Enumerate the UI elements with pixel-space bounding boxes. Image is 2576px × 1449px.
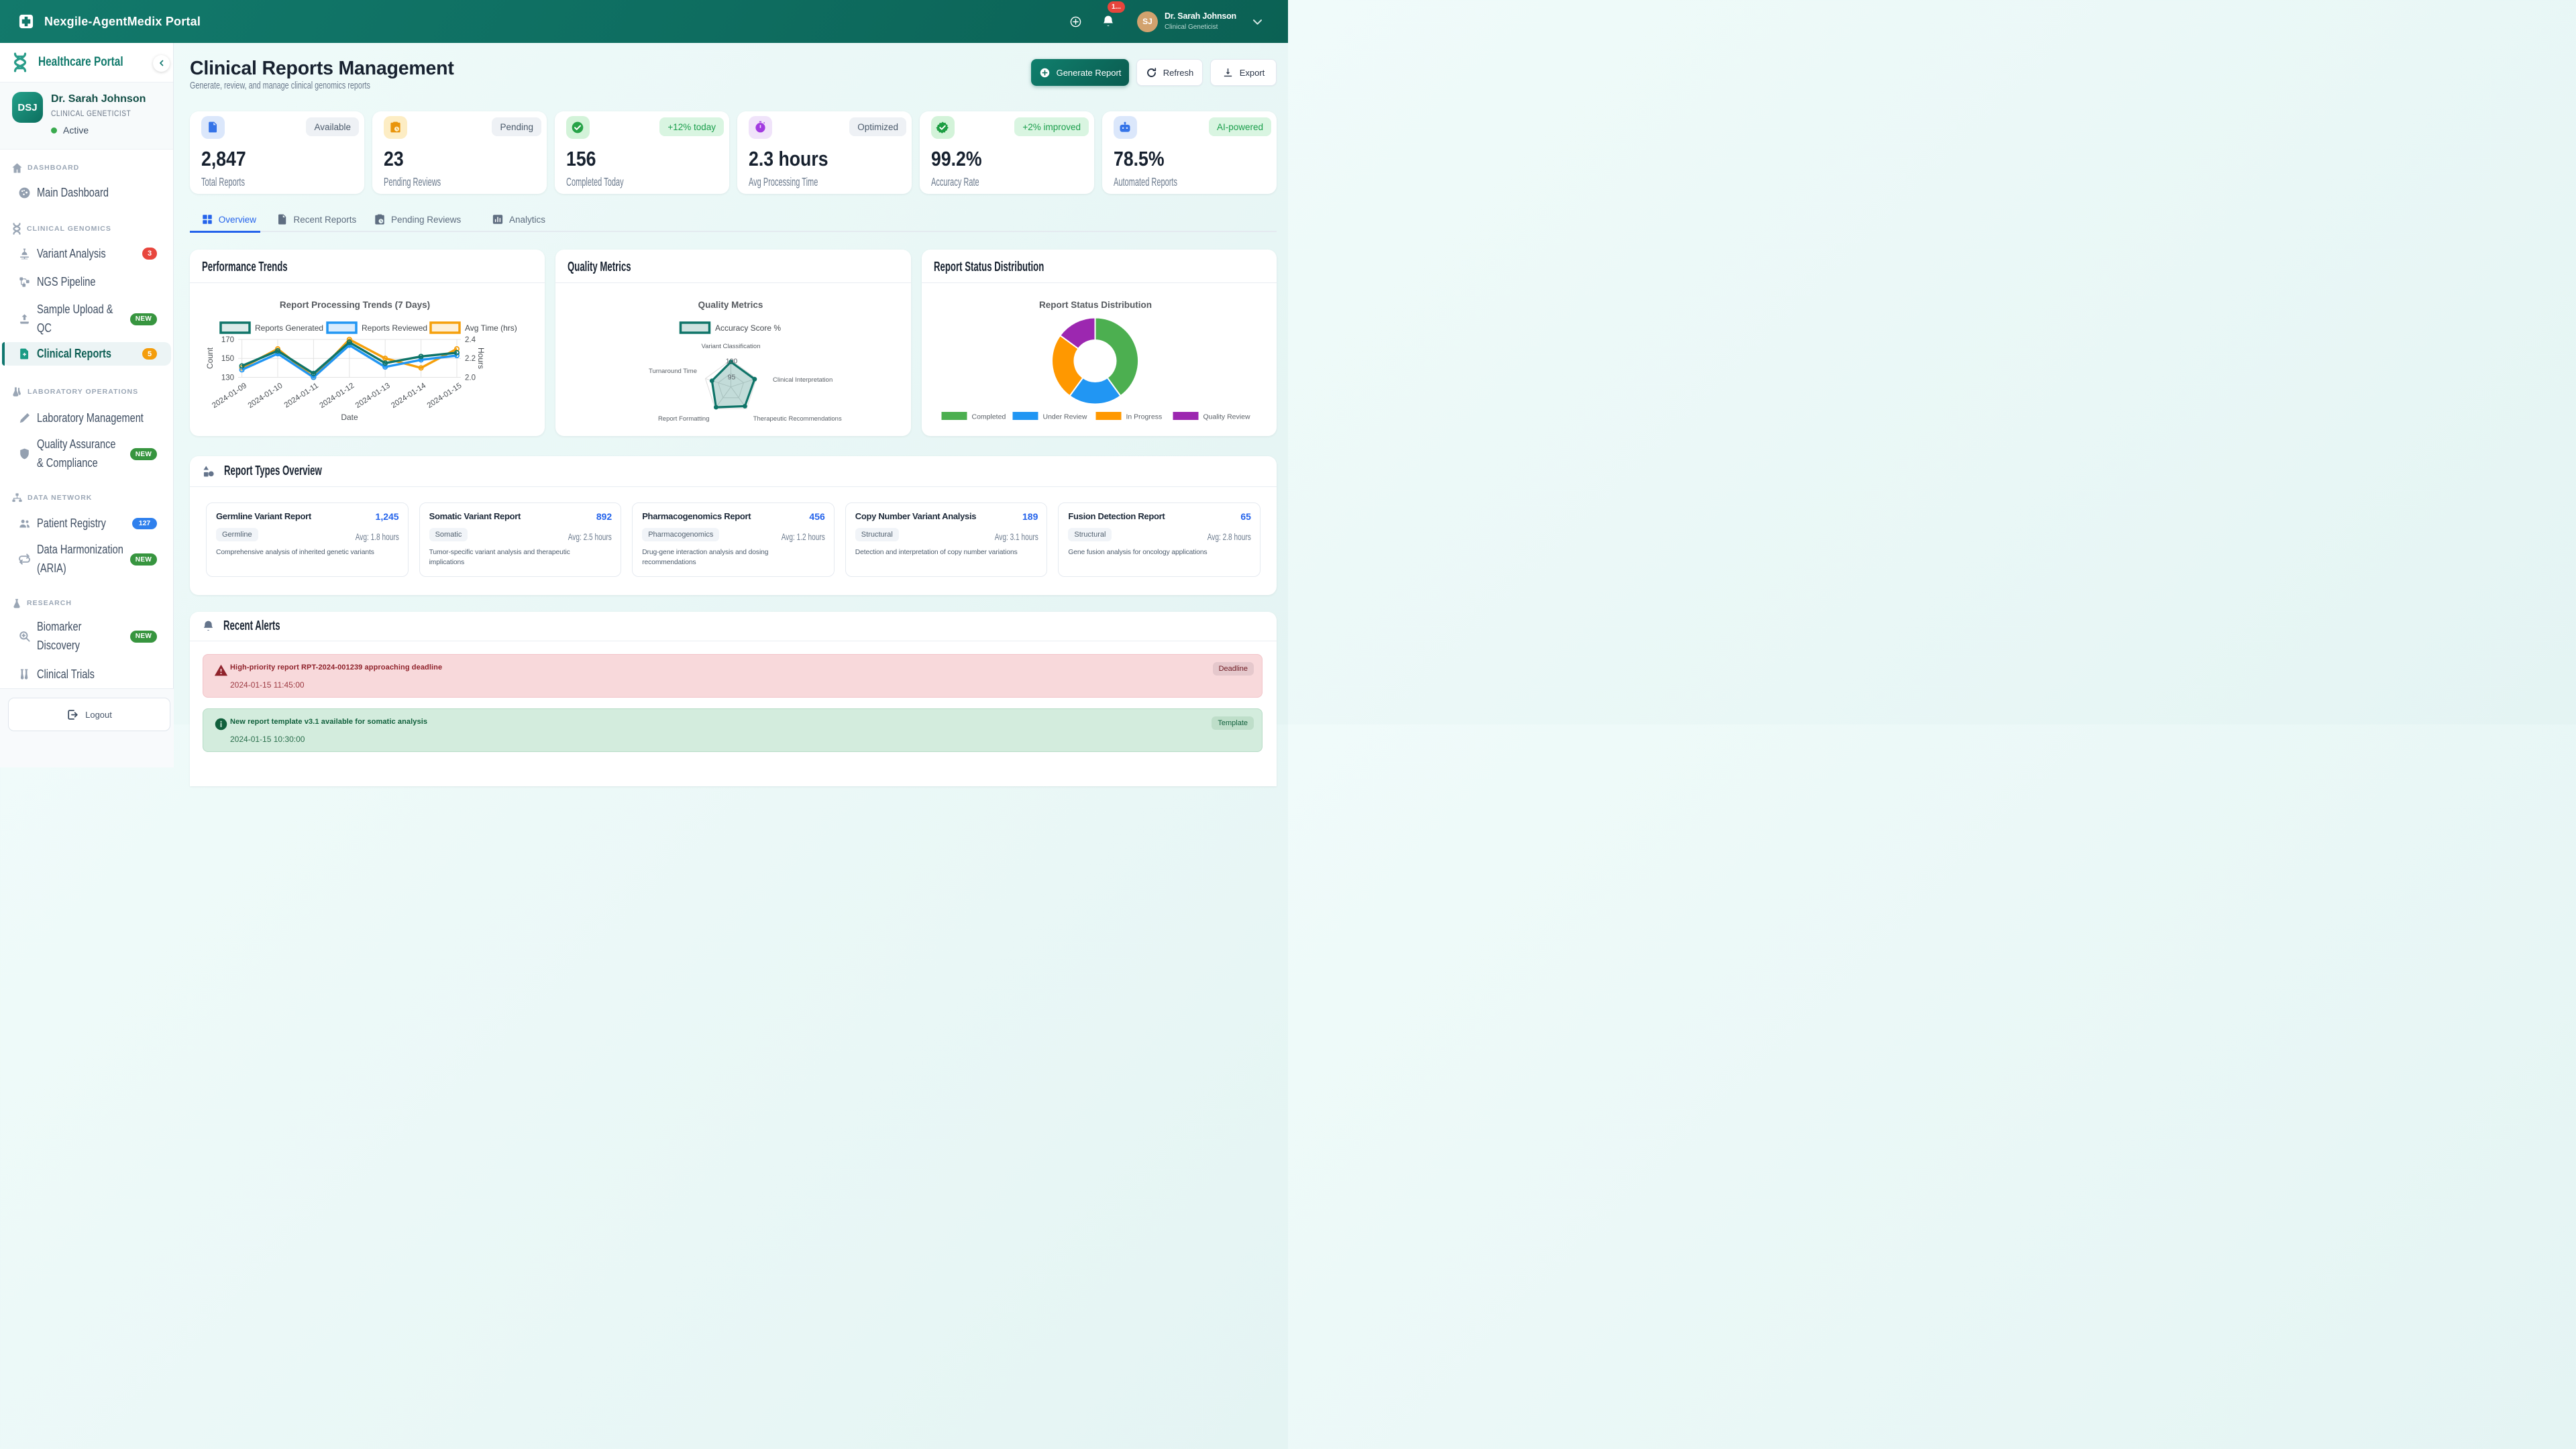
svg-text:2.0: 2.0	[465, 374, 476, 382]
svg-text:2024-01-15: 2024-01-15	[426, 382, 464, 410]
svg-text:Variant Classification: Variant Classification	[702, 343, 761, 350]
svg-text:2024-01-09: 2024-01-09	[211, 382, 248, 410]
svg-text:170: 170	[221, 336, 234, 344]
svg-text:Turnaround Time: Turnaround Time	[649, 368, 697, 375]
svg-text:In Progress: In Progress	[1126, 413, 1162, 421]
svg-text:Report Formatting: Report Formatting	[658, 415, 710, 423]
svg-text:Completed: Completed	[971, 413, 1006, 421]
svg-text:100: 100	[726, 358, 738, 366]
svg-text:Quality Metrics: Quality Metrics	[698, 300, 763, 310]
svg-text:Avg Time (hrs): Avg Time (hrs)	[465, 323, 517, 333]
svg-text:Reports Reviewed: Reports Reviewed	[362, 323, 427, 333]
svg-text:Hours: Hours	[476, 347, 486, 369]
svg-text:Under Review: Under Review	[1042, 413, 1087, 421]
svg-text:2024-01-10: 2024-01-10	[247, 382, 284, 410]
svg-text:Report Processing Trends (7 Da: Report Processing Trends (7 Days)	[280, 300, 430, 310]
svg-text:95: 95	[728, 374, 736, 382]
svg-text:Clinical Interpretation: Clinical Interpretation	[773, 376, 833, 384]
svg-text:Date: Date	[341, 413, 358, 422]
svg-text:2024-01-13: 2024-01-13	[354, 382, 392, 410]
svg-text:2024-01-11: 2024-01-11	[283, 382, 320, 410]
svg-text:Quality Review: Quality Review	[1203, 413, 1250, 421]
svg-text:2024-01-12: 2024-01-12	[318, 382, 356, 410]
svg-text:150: 150	[221, 355, 234, 363]
svg-text:Reports Generated: Reports Generated	[255, 323, 323, 333]
svg-text:2.4: 2.4	[465, 336, 476, 344]
svg-text:Accuracy Score %: Accuracy Score %	[715, 323, 781, 333]
svg-text:130: 130	[221, 374, 234, 382]
svg-text:2024-01-14: 2024-01-14	[390, 382, 427, 410]
svg-text:Report Status Distribution: Report Status Distribution	[1039, 300, 1152, 310]
svg-text:Count: Count	[205, 347, 215, 369]
svg-text:2.2: 2.2	[465, 355, 476, 363]
svg-text:Therapeutic Recommendations: Therapeutic Recommendations	[753, 415, 842, 423]
